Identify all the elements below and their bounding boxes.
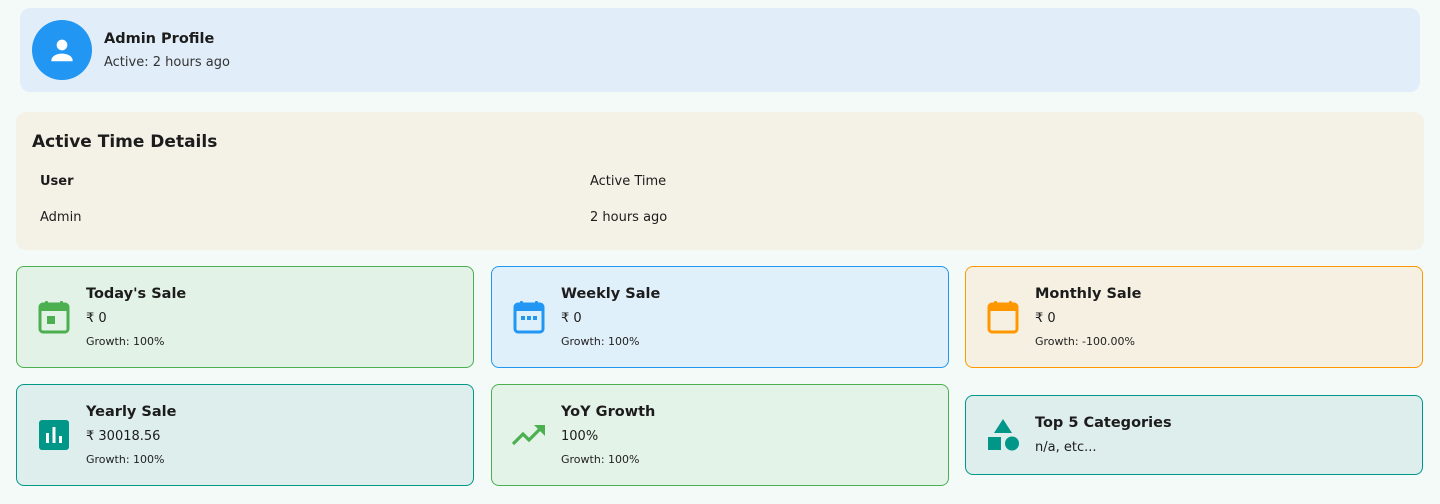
- todays-sale-card[interactable]: Today's Sale ₹ 0 Growth: 100%: [16, 266, 474, 368]
- card-title: Monthly Sale: [1035, 286, 1142, 302]
- card-title: Weekly Sale: [561, 286, 661, 302]
- card-growth: Growth: 100%: [86, 453, 165, 466]
- admin-profile-card: Admin Profile Active: 2 hours ago: [20, 8, 1420, 92]
- card-growth: Growth: 100%: [561, 453, 640, 466]
- active-time-title: Active Time Details: [32, 132, 218, 152]
- cell-user: Admin: [40, 210, 82, 225]
- yearly-sale-card[interactable]: Yearly Sale ₹ 30018.56 Growth: 100%: [16, 384, 474, 486]
- top-categories-card[interactable]: Top 5 Categories n/a, etc...: [965, 395, 1423, 475]
- cell-active-time: 2 hours ago: [590, 210, 668, 225]
- card-title: Top 5 Categories: [1035, 415, 1172, 431]
- card-value: ₹ 0: [1035, 311, 1056, 326]
- trending-up-icon: [512, 418, 546, 452]
- person-icon: [51, 39, 73, 62]
- category-shapes-icon: [986, 418, 1020, 452]
- calendar-week-icon: [512, 300, 546, 334]
- weekly-sale-card[interactable]: Weekly Sale ₹ 0 Growth: 100%: [491, 266, 949, 368]
- bar-chart-icon: [37, 418, 71, 452]
- table-header-row: User Active Time: [40, 174, 1160, 210]
- yoy-growth-card[interactable]: YoY Growth 100% Growth: 100%: [491, 384, 949, 486]
- column-header-user: User: [40, 174, 74, 189]
- column-header-active-time: Active Time: [590, 174, 667, 189]
- card-title: Today's Sale: [86, 286, 187, 302]
- calendar-month-icon: [986, 300, 1020, 334]
- calendar-today-icon: [37, 300, 71, 334]
- profile-status: Active: 2 hours ago: [104, 54, 230, 70]
- card-value: ₹ 0: [86, 311, 107, 326]
- avatar: [32, 20, 92, 80]
- card-value: n/a, etc...: [1035, 440, 1097, 455]
- table-row: Admin 2 hours ago: [40, 210, 1160, 246]
- monthly-sale-card[interactable]: Monthly Sale ₹ 0 Growth: -100.00%: [965, 266, 1423, 368]
- active-time-table: User Active Time Admin 2 hours ago: [40, 174, 1160, 246]
- card-title: YoY Growth: [561, 404, 656, 420]
- card-value: ₹ 0: [561, 311, 582, 326]
- card-growth: Growth: 100%: [561, 335, 640, 348]
- profile-name: Admin Profile: [104, 30, 215, 47]
- card-title: Yearly Sale: [86, 404, 177, 420]
- card-growth: Growth: 100%: [86, 335, 165, 348]
- card-value: 100%: [561, 429, 599, 444]
- card-growth: Growth: -100.00%: [1035, 335, 1135, 348]
- card-value: ₹ 30018.56: [86, 429, 161, 444]
